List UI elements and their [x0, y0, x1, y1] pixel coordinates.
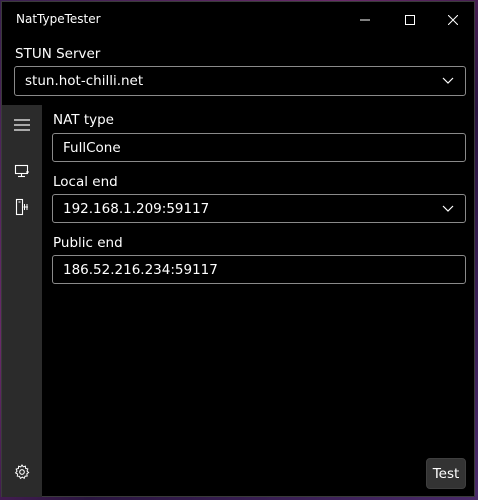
- minimize-button[interactable]: [342, 2, 388, 38]
- window-title: NatTypeTester: [16, 12, 101, 26]
- nat-type-field[interactable]: FullCone: [52, 133, 466, 162]
- nat-type-value: FullCone: [63, 139, 121, 156]
- public-end-label: Public end: [53, 235, 123, 251]
- monitor-icon: [14, 164, 29, 178]
- nat-type-label: NAT type: [53, 112, 114, 128]
- chevron-down-icon: [441, 202, 455, 216]
- local-end-value: 192.168.1.209:59117: [63, 200, 210, 217]
- test-button[interactable]: Test: [426, 458, 466, 489]
- close-button[interactable]: [430, 2, 476, 38]
- hamburger-menu-button[interactable]: [2, 107, 42, 143]
- public-end-value: 186.52.216.234:59117: [63, 261, 218, 278]
- title-bar[interactable]: NatTypeTester: [2, 2, 474, 38]
- maximize-icon: [405, 15, 415, 25]
- local-end-label: Local end: [53, 174, 118, 190]
- navigation-pane: [2, 105, 42, 497]
- settings-gear-icon: [14, 464, 30, 480]
- settings-button[interactable]: [2, 454, 42, 490]
- nav-item-rfc3489[interactable]: [2, 189, 42, 225]
- hamburger-menu-icon: [14, 119, 30, 131]
- stun-server-combobox[interactable]: stun.hot-chilli.net: [14, 66, 466, 96]
- maximize-button[interactable]: [387, 2, 433, 38]
- nav-item-rfc5780[interactable]: [2, 153, 42, 189]
- chevron-down-icon: [441, 74, 455, 88]
- server-plug-icon: [15, 198, 28, 216]
- stun-server-label: STUN Server: [15, 46, 101, 62]
- local-end-combobox[interactable]: 192.168.1.209:59117: [52, 194, 466, 223]
- close-icon: [448, 15, 458, 25]
- public-end-field[interactable]: 186.52.216.234:59117: [52, 255, 466, 284]
- app-window: NatTypeTester STUN Server stun.hot-chill…: [1, 1, 475, 497]
- minimize-icon: [360, 19, 370, 21]
- stun-server-value: stun.hot-chilli.net: [25, 73, 144, 89]
